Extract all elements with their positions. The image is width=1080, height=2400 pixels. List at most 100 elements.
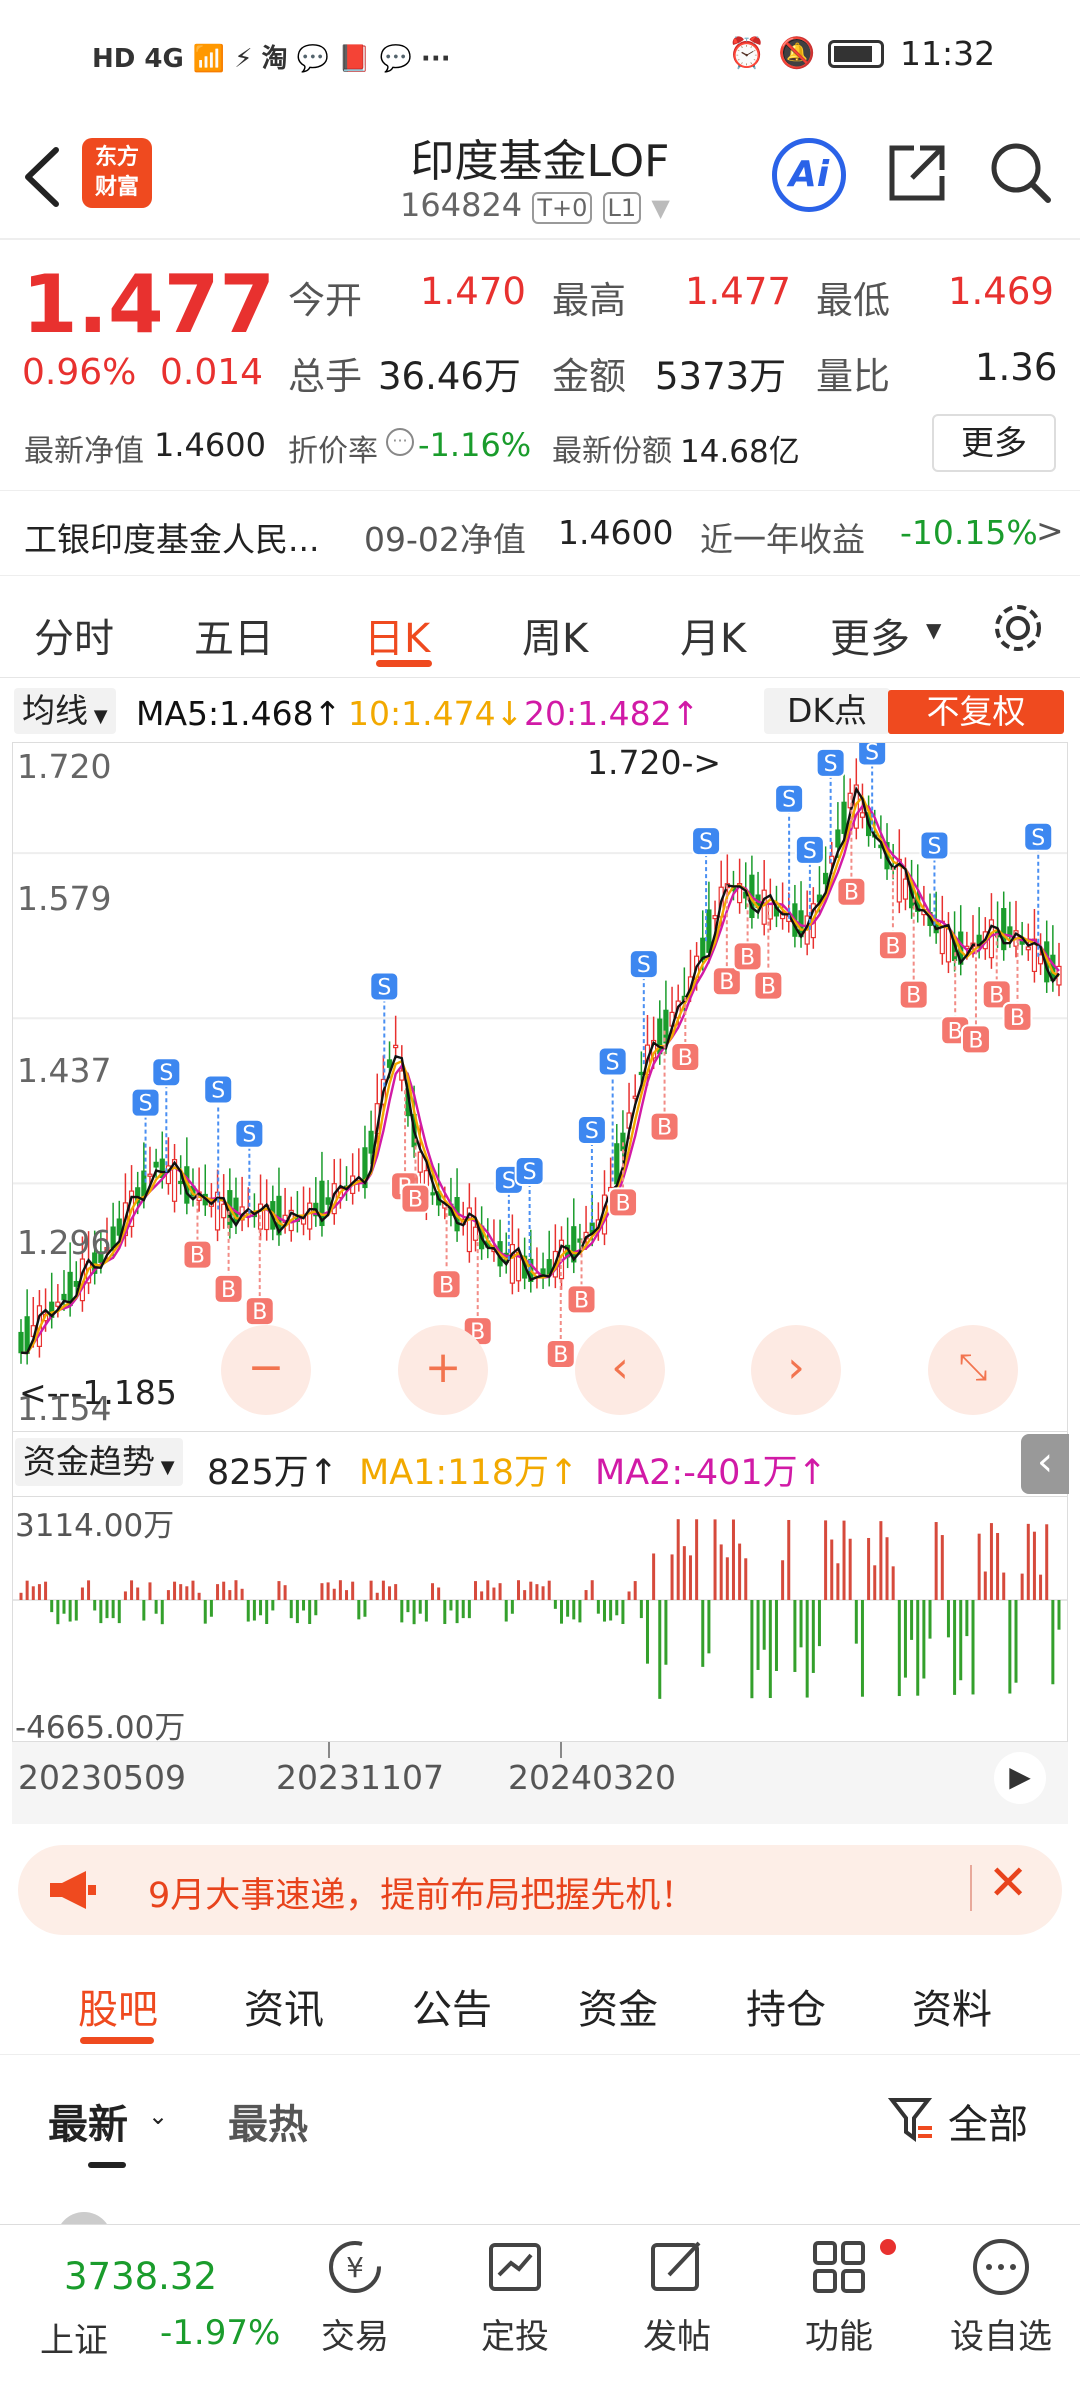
flow-bar bbox=[418, 1600, 422, 1614]
tab-funds[interactable]: 资金 bbox=[578, 1977, 658, 2035]
flow-bar bbox=[375, 1592, 379, 1600]
back-icon[interactable] bbox=[20, 146, 64, 208]
tab-announcements[interactable]: 公告 bbox=[412, 1977, 492, 2035]
buy-marker[interactable]: B bbox=[877, 867, 908, 961]
svg-text:S: S bbox=[377, 975, 391, 1000]
flow-bar bbox=[406, 1600, 410, 1613]
ai-button[interactable]: Ai bbox=[772, 138, 846, 212]
low-label: 最低 bbox=[816, 279, 890, 322]
tab-holdings[interactable]: 持仓 bbox=[746, 1977, 826, 2035]
flow-bar bbox=[670, 1554, 674, 1600]
flow-bar bbox=[517, 1580, 521, 1600]
scroll-right-button[interactable]: › bbox=[751, 1325, 841, 1415]
flow-bar bbox=[357, 1600, 361, 1620]
fund-flow-panel: 资金趋势 ▼ 825万↑ MA1:118万↑ MA2:-401万↑ ‹ 3114… bbox=[12, 1432, 1069, 1746]
flow-bar bbox=[633, 1581, 637, 1600]
flow-bar bbox=[44, 1581, 48, 1600]
settings-icon[interactable] bbox=[990, 600, 1046, 656]
fundflow-selector[interactable]: 资金趋势 ▼ bbox=[15, 1438, 183, 1486]
adjust-button[interactable]: 不复权 bbox=[888, 690, 1064, 734]
tab-more[interactable]: 更多 bbox=[830, 606, 910, 664]
sell-marker[interactable]: S bbox=[130, 1087, 161, 1183]
candle-body bbox=[620, 1132, 626, 1152]
flow-bar bbox=[946, 1600, 950, 1638]
candle-body bbox=[712, 915, 718, 920]
more-button[interactable]: 更多 bbox=[932, 414, 1056, 472]
flow-bar bbox=[424, 1600, 428, 1622]
date-label: 20230509 bbox=[18, 1758, 186, 1797]
logo-line2: 财富 bbox=[94, 175, 139, 200]
tab-intraday[interactable]: 分时 bbox=[34, 606, 114, 664]
dropdown-icon[interactable]: ▼ bbox=[651, 194, 669, 222]
flow-bar bbox=[308, 1600, 312, 1625]
ma-selector[interactable]: 均线 ▼ bbox=[14, 688, 116, 734]
tab-weekly-k[interactable]: 周K bbox=[522, 606, 588, 664]
flow-bar bbox=[645, 1600, 649, 1664]
nav-apps[interactable]: 功能 bbox=[774, 2235, 904, 2358]
candle-body bbox=[221, 1203, 227, 1219]
svg-text:S: S bbox=[699, 830, 713, 855]
scroll-left-button[interactable]: ‹ bbox=[575, 1325, 665, 1415]
sell-marker[interactable]: S bbox=[234, 1118, 265, 1214]
nav-invest[interactable]: 定投 bbox=[450, 2235, 580, 2358]
nav-post[interactable]: 发帖 bbox=[612, 2235, 742, 2358]
flow-bar bbox=[983, 1571, 987, 1600]
flow-bar bbox=[774, 1600, 778, 1671]
sort-latest[interactable]: 最新 bbox=[48, 2092, 128, 2150]
tab-news[interactable]: 资讯 bbox=[244, 1977, 324, 2035]
filter-label[interactable]: 全部 bbox=[948, 2092, 1028, 2150]
flow-bar bbox=[142, 1600, 146, 1621]
tab-daily-k[interactable]: 日K bbox=[364, 606, 430, 664]
flow-bar bbox=[744, 1558, 748, 1600]
flow-bar bbox=[768, 1600, 772, 1699]
fund-nav-row[interactable]: 工银印度基金人民... 09-02净值 1.4600 近一年收益 -10.15%… bbox=[0, 490, 1080, 576]
nav-trade[interactable]: ¥ 交易 bbox=[290, 2235, 420, 2358]
flow-bar bbox=[351, 1581, 355, 1600]
scroll-end-icon[interactable]: ▶ bbox=[994, 1752, 1046, 1804]
nav-date: 09-02净值 bbox=[364, 520, 526, 559]
promo-banner[interactable]: 9月大事速递，提前布局把握先机！ ✕ bbox=[18, 1845, 1062, 1935]
share-icon[interactable] bbox=[884, 140, 950, 206]
flow-bar bbox=[99, 1600, 103, 1624]
buy-marker[interactable]: B bbox=[244, 1215, 275, 1327]
filter-icon[interactable] bbox=[888, 2096, 934, 2144]
svg-text:S: S bbox=[927, 834, 941, 859]
high-label: 最高 bbox=[552, 279, 626, 322]
flow-bar bbox=[461, 1600, 465, 1619]
flow-bar bbox=[492, 1587, 496, 1600]
flow-bar bbox=[486, 1580, 490, 1600]
fullscreen-icon[interactable]: ⤡ bbox=[928, 1325, 1018, 1415]
zoom-out-button[interactable]: − bbox=[221, 1325, 311, 1415]
dk-button[interactable]: DK点 bbox=[764, 688, 890, 734]
flow-bar bbox=[1008, 1600, 1012, 1694]
flow-bar bbox=[136, 1587, 140, 1600]
tab-forum[interactable]: 股吧 bbox=[78, 1977, 158, 2035]
collapse-panel-button[interactable]: ‹ bbox=[1021, 1434, 1069, 1494]
app-logo[interactable]: 东方 财富 bbox=[82, 138, 152, 208]
flow-bar bbox=[105, 1600, 109, 1619]
tab-monthly-k[interactable]: 月K bbox=[680, 606, 746, 664]
buy-marker[interactable]: B bbox=[182, 1194, 213, 1270]
flow-bar bbox=[977, 1533, 981, 1600]
tab-profile[interactable]: 资料 bbox=[912, 1977, 992, 2035]
sort-hot[interactable]: 最热 bbox=[228, 2092, 308, 2150]
candle-body bbox=[638, 1071, 644, 1076]
close-icon[interactable]: ✕ bbox=[988, 1855, 1028, 1911]
svg-text:S: S bbox=[139, 1092, 153, 1117]
flow-bar bbox=[1039, 1574, 1043, 1600]
tab-5day[interactable]: 五日 bbox=[194, 606, 274, 664]
svg-text:B: B bbox=[574, 1288, 589, 1313]
kline-chart[interactable]: BBBSSSSSBBBBSSBBSSBSBBSBBBSSSBSBBSBBBBS … bbox=[12, 742, 1068, 1432]
search-icon[interactable] bbox=[986, 138, 1054, 206]
svg-text:B: B bbox=[885, 934, 900, 959]
nav-watchlist[interactable]: 设自选 bbox=[936, 2235, 1066, 2358]
ma10-value: 10:1.474↓ bbox=[348, 694, 524, 733]
zoom-in-button[interactable]: + bbox=[398, 1325, 488, 1415]
flow-bar bbox=[31, 1586, 35, 1600]
fundflow-ma1: MA1:118万↑ bbox=[359, 1453, 579, 1493]
candle-body bbox=[153, 1161, 159, 1168]
flow-bar bbox=[688, 1555, 692, 1600]
flow-bar bbox=[431, 1583, 435, 1600]
active-tab-indicator bbox=[80, 2037, 154, 2044]
info-icon[interactable]: ··· bbox=[386, 428, 414, 456]
